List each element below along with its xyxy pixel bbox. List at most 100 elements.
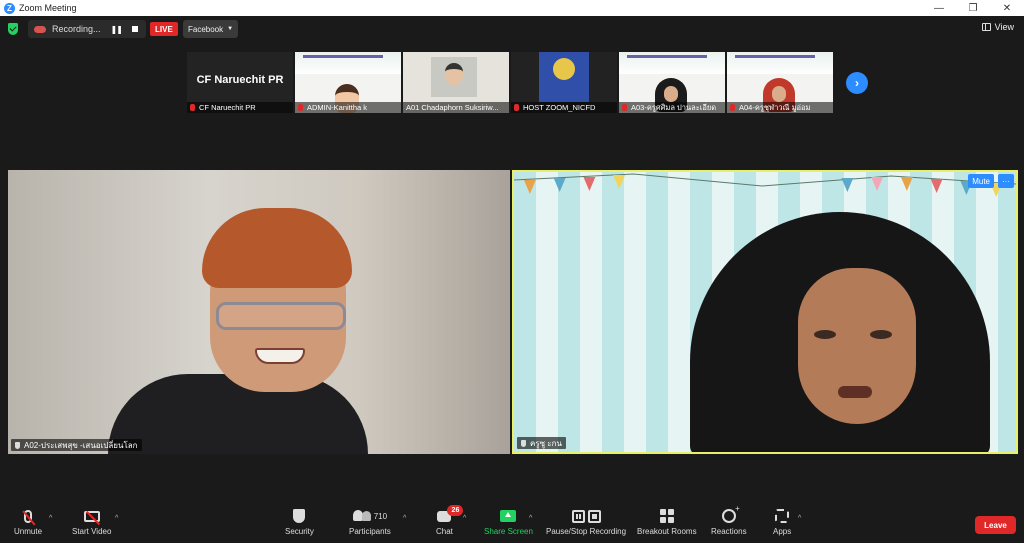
university-seal-icon xyxy=(553,58,575,80)
bunting-decoration xyxy=(514,173,1016,197)
participant-tile[interactable]: A04-ครูชุฬาวณี มูอ่อม xyxy=(727,52,833,113)
video-options-caret[interactable]: ^ xyxy=(115,515,118,522)
live-badge: LIVE xyxy=(150,22,178,36)
start-video-label: Start Video xyxy=(72,527,112,536)
recording-label: Recording... xyxy=(52,24,101,34)
participant-name: ครูซู ะกน xyxy=(530,438,562,448)
encryption-shield-icon[interactable] xyxy=(8,23,18,35)
speaker-video xyxy=(108,208,368,454)
participant-display-name: CF Naruechit PR xyxy=(196,74,284,86)
workshop-banner xyxy=(295,52,401,74)
participant-name: HOST ZOOM_NICFD xyxy=(523,103,596,112)
reactions-button[interactable]: Reactions xyxy=(711,504,747,543)
share-options-caret[interactable]: ^ xyxy=(529,515,532,522)
share-screen-button[interactable]: Share Screen xyxy=(484,505,533,543)
chat-options-caret[interactable]: ^ xyxy=(463,515,466,522)
participant-tile[interactable]: ADMIN-Kanittha k xyxy=(295,52,401,113)
minimize-button[interactable]: — xyxy=(922,3,956,14)
share-screen-label: Share Screen xyxy=(484,527,533,536)
security-shield-icon xyxy=(293,509,306,523)
window-title: Zoom Meeting xyxy=(19,3,77,13)
main-video-left[interactable]: A02-ประเสพสุข -เสนอเปลี่ยนโลก xyxy=(8,170,510,454)
participant-name-tag: ADMIN-Kanittha k xyxy=(295,102,401,113)
participant-tile[interactable]: HOST ZOOM_NICFD xyxy=(511,52,617,113)
participant-name-tag: HOST ZOOM_NICFD xyxy=(511,102,617,113)
apps-icon xyxy=(775,509,790,523)
pin-icon xyxy=(521,439,526,447)
pause-stop-icon xyxy=(571,509,601,523)
pin-icon xyxy=(15,441,20,449)
view-label: View xyxy=(994,22,1014,32)
breakout-rooms-icon xyxy=(659,509,674,523)
breakout-rooms-label: Breakout Rooms xyxy=(637,527,697,536)
breakout-rooms-button[interactable]: Breakout Rooms xyxy=(637,505,697,543)
participant-name-tag: CF Naruechit PR xyxy=(187,102,293,113)
mic-muted-icon xyxy=(298,104,303,111)
meeting-controls-bar: Unmute ^ Start Video ^ Security 710 Part… xyxy=(0,504,1024,543)
mic-muted-icon xyxy=(622,104,627,111)
unmute-label: Unmute xyxy=(14,527,43,536)
participant-tile[interactable]: A01 Chadaphorn Suksiriw... xyxy=(403,52,509,113)
participants-icon xyxy=(352,510,371,522)
recording-indicator: Recording... ❚❚ xyxy=(28,20,146,38)
main-video-right[interactable]: Mute ··· ครูซู ะกน xyxy=(512,170,1018,454)
pause-stop-recording-label: Pause/Stop Recording xyxy=(546,527,627,536)
reactions-label: Reactions xyxy=(711,527,747,536)
workshop-banner xyxy=(727,52,833,74)
participants-count: 710 xyxy=(373,511,388,521)
apps-label: Apps xyxy=(773,527,792,536)
live-stream-target-dropdown[interactable]: Facebook ▼ xyxy=(183,20,238,38)
stream-target-label: Facebook xyxy=(188,24,224,34)
participant-name: CF Naruechit PR xyxy=(199,103,256,112)
security-button[interactable]: Security xyxy=(285,505,314,543)
share-screen-icon xyxy=(500,510,517,522)
participant-name: A02-ประเสพสุข -เสนอเปลี่ยนโลก xyxy=(24,440,138,450)
title-bar: Z Zoom Meeting — ❐ ✕ xyxy=(0,0,1024,16)
participant-name-tag: ครูซู ะกน xyxy=(517,437,566,449)
chat-button[interactable]: 26 Chat xyxy=(436,505,464,543)
mic-muted-icon xyxy=(514,104,519,111)
emoji-reaction-icon xyxy=(721,504,740,523)
view-layout-icon xyxy=(981,23,991,31)
participant-name-tag: A04-ครูชุฬาวณี มูอ่อม xyxy=(727,102,833,113)
unmute-button[interactable]: Unmute xyxy=(14,505,42,543)
video-feed xyxy=(539,52,589,102)
mic-muted-icon xyxy=(730,104,735,111)
apps-button[interactable]: Apps xyxy=(773,505,791,543)
participants-button[interactable]: 710 Participants xyxy=(349,505,391,543)
participant-thumbnail-strip: CF Naruechit PR CF Naruechit PR ADMIN-Ka… xyxy=(187,52,833,113)
participant-name: A03-ครูศศิมล ปานละเอียด xyxy=(631,102,717,112)
chat-unread-badge: 26 xyxy=(447,505,464,516)
participant-name-tag: A01 Chadaphorn Suksiriw... xyxy=(403,102,509,113)
stop-recording-button[interactable] xyxy=(131,26,138,32)
participant-name-tag: A02-ประเสพสุข -เสนอเปลี่ยนโลก xyxy=(11,439,142,451)
participant-tile[interactable]: A03-ครูศศิมล ปานละเอียด xyxy=(619,52,725,113)
view-button[interactable]: View xyxy=(981,22,1014,32)
next-page-arrow-icon[interactable]: › xyxy=(846,72,868,94)
participants-label: Participants xyxy=(349,527,391,536)
pause-recording-button[interactable]: ❚❚ xyxy=(111,25,123,34)
start-video-button[interactable]: Start Video xyxy=(72,505,111,543)
mute-participant-button[interactable]: Mute xyxy=(968,174,994,188)
pause-stop-recording-button[interactable]: Pause/Stop Recording xyxy=(546,505,626,543)
apps-options-caret[interactable]: ^ xyxy=(798,515,801,522)
mic-muted-icon xyxy=(190,104,195,111)
close-window-button[interactable]: ✕ xyxy=(990,3,1024,14)
participant-tile[interactable]: CF Naruechit PR CF Naruechit PR xyxy=(187,52,293,113)
chevron-down-icon: ▼ xyxy=(227,26,234,32)
cloud-recording-icon xyxy=(34,25,46,33)
workshop-banner xyxy=(619,52,725,74)
meeting-top-bar: Recording... ❚❚ LIVE Facebook ▼ View xyxy=(0,16,1024,42)
more-options-button[interactable]: ··· xyxy=(998,174,1014,188)
audio-options-caret[interactable]: ^ xyxy=(49,515,52,522)
participant-name: A01 Chadaphorn Suksiriw... xyxy=(406,103,499,112)
speaker-video xyxy=(690,212,1010,452)
participant-name-tag: A03-ครูศศิมล ปานละเอียด xyxy=(619,102,725,113)
participant-name: A04-ครูชุฬาวณี มูอ่อม xyxy=(739,102,811,112)
participants-options-caret[interactable]: ^ xyxy=(403,515,406,522)
avatar xyxy=(431,57,477,97)
zoom-logo-icon: Z xyxy=(4,2,15,14)
participant-name: ADMIN-Kanittha k xyxy=(307,103,368,112)
leave-meeting-button[interactable]: Leave xyxy=(975,516,1016,534)
maximize-button[interactable]: ❐ xyxy=(956,3,990,14)
